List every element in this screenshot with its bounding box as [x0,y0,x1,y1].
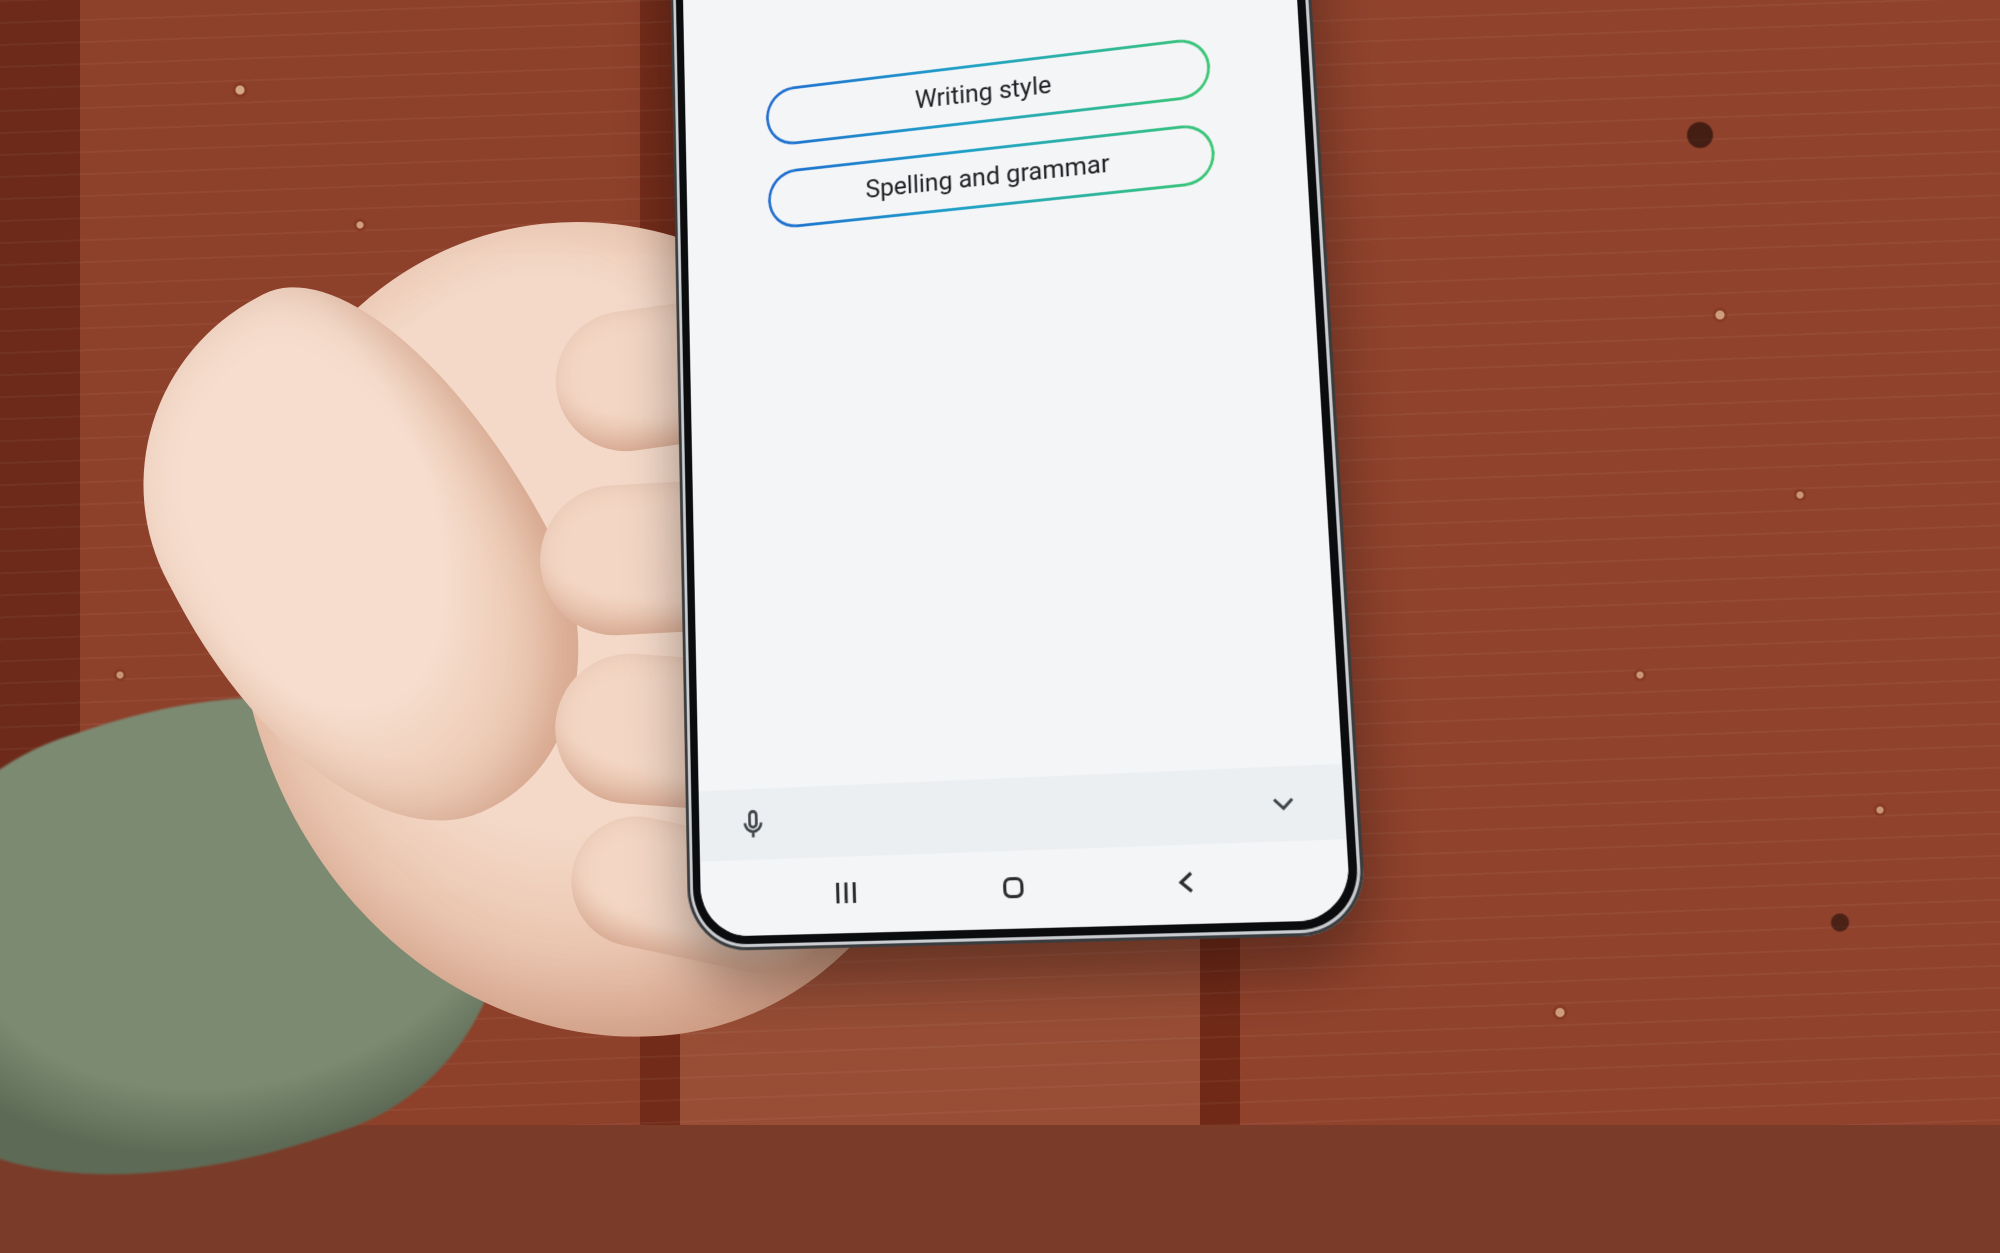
phone-screen: 6:09 PM · SMS Good morning, pal. Just wa… [678,0,1352,937]
nav-home-icon[interactable] [996,869,1032,910]
nav-recents-icon[interactable] [829,874,863,914]
mic-icon[interactable] [737,806,770,842]
spelling-grammar-label: Spelling and grammar [865,148,1110,203]
phone: 6:09 PM · SMS Good morning, pal. Just wa… [665,0,1367,951]
ai-suggestions: Writing style Spelling and grammar [683,0,1342,791]
nav-back-icon[interactable] [1168,863,1206,905]
writing-style-label: Writing style [915,70,1052,115]
chevron-down-icon[interactable] [1264,784,1302,822]
